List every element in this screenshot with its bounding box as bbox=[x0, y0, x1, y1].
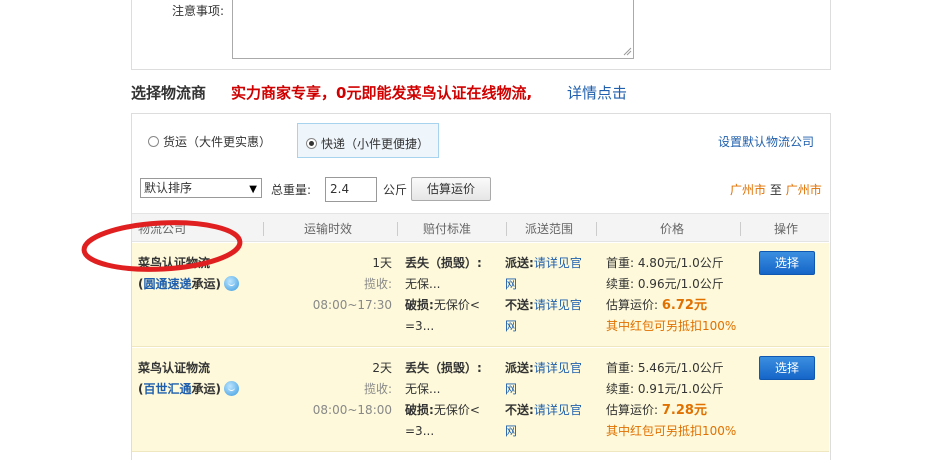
calculate-freight-button[interactable]: 估算运价 bbox=[411, 177, 491, 201]
header-divider bbox=[506, 222, 507, 236]
price-cell: 首重: 4.80元/1.0公斤 续重: 0.96元/1.0公斤 估算运价: 6.… bbox=[606, 253, 746, 337]
damage-value-cont: =3... bbox=[405, 319, 435, 333]
th-price: 价格 bbox=[660, 222, 685, 236]
freight-radio[interactable] bbox=[148, 136, 159, 147]
weight-input[interactable]: 2.4 bbox=[325, 177, 377, 202]
promo-text: 实力商家专享，0元即能发菜鸟认证在线物流, bbox=[231, 84, 533, 102]
pickup-time: 揽收: 08:00~18:00 bbox=[312, 382, 392, 417]
damage-value-cont: =3... bbox=[405, 424, 435, 438]
option-express[interactable]: 快递（小件更便捷） bbox=[306, 135, 429, 152]
header-divider bbox=[397, 222, 398, 236]
header-divider bbox=[596, 222, 597, 236]
damage-value: 无保价< bbox=[433, 298, 480, 312]
estimate-label: 估算运价: bbox=[606, 403, 659, 417]
compensation-cell: 丢失（损毁）: 无保... 破损:无保价< =3... bbox=[405, 253, 495, 337]
sort-select[interactable]: 默认排序 ▼ bbox=[140, 178, 262, 198]
weight-label: 总重量: bbox=[271, 183, 312, 197]
express-radio[interactable] bbox=[306, 138, 317, 149]
estimate-value: 6.72元 bbox=[661, 298, 707, 313]
carrier-link[interactable]: 百世汇通 bbox=[143, 382, 191, 396]
redpacket-note: 其中红包可另抵扣100% bbox=[606, 319, 737, 333]
loss-value: 无保... bbox=[405, 277, 441, 291]
select-carrier-button[interactable]: 选择 bbox=[759, 251, 815, 275]
promo-details-link[interactable]: 详情点击 bbox=[567, 82, 627, 103]
deliver-label: 派送: bbox=[505, 256, 534, 270]
coverage-cell: 派送:请详见官 网 不送:请详见官 网 bbox=[505, 253, 597, 337]
th-transit: 运输时效 bbox=[304, 222, 353, 236]
nodeliver-link[interactable]: 请详见官 bbox=[534, 298, 582, 312]
header-divider bbox=[263, 222, 264, 236]
transit-days: 1天 bbox=[372, 256, 392, 270]
option-freight[interactable]: 货运（大件更实惠） bbox=[148, 133, 271, 150]
section-title: 选择物流商 bbox=[131, 84, 207, 102]
chat-icon[interactable] bbox=[224, 381, 239, 396]
set-default-carrier-link[interactable]: 设置默认物流公司 bbox=[718, 133, 814, 150]
deliver-link-cont[interactable]: 网 bbox=[505, 379, 597, 400]
chat-icon[interactable] bbox=[224, 276, 239, 291]
table-row: 菜鸟认证物流 (百世汇通承运) 2天 揽收: 08:00~18:00 丢失（损毁… bbox=[132, 348, 829, 452]
dropdown-arrow-icon: ▼ bbox=[249, 184, 257, 195]
route-info: 广州市 至 广州市 bbox=[730, 181, 822, 198]
damage-label: 破损: bbox=[405, 403, 434, 417]
route-from: 广州市 bbox=[730, 183, 767, 197]
carrier-link[interactable]: 圆通速递 bbox=[143, 277, 191, 291]
select-carrier-button[interactable]: 选择 bbox=[759, 356, 815, 380]
express-label: 快递（小件更便捷） bbox=[321, 137, 430, 151]
th-action: 操作 bbox=[774, 222, 799, 236]
transit-days: 2天 bbox=[372, 361, 392, 375]
carrier-name: 菜鸟认证物流 bbox=[138, 361, 211, 375]
redpacket-note: 其中红包可另抵扣100% bbox=[606, 424, 737, 438]
first-weight-price: 首重: 5.46元/1.0公斤 bbox=[606, 361, 724, 375]
deliver-label: 派送: bbox=[505, 361, 534, 375]
resize-grip-icon[interactable] bbox=[623, 47, 632, 56]
deliver-link-cont[interactable]: 网 bbox=[505, 274, 597, 295]
deliver-link[interactable]: 请详见官 bbox=[534, 361, 582, 375]
damage-value: 无保价< bbox=[433, 403, 480, 417]
first-weight-price: 首重: 4.80元/1.0公斤 bbox=[606, 256, 724, 270]
carrier-subtitle: (百世汇通承运) bbox=[138, 379, 239, 400]
sort-select-value: 默认排序 bbox=[144, 181, 193, 195]
extra-weight-price: 续重: 0.96元/1.0公斤 bbox=[606, 277, 724, 291]
pickup-time: 揽收: 08:00~17:30 bbox=[312, 277, 392, 312]
transit-cell: 1天 揽收: 08:00~17:30 bbox=[282, 253, 392, 316]
carrier-subtitle: (圆通速递承运) bbox=[138, 274, 239, 295]
carrier-suffix: 承运) bbox=[191, 382, 222, 396]
damage-label: 破损: bbox=[405, 298, 434, 312]
nodeliver-link-cont[interactable]: 网 bbox=[505, 316, 597, 337]
freight-label: 货运（大件更实惠） bbox=[163, 135, 272, 149]
extra-weight-price: 续重: 0.91元/1.0公斤 bbox=[606, 382, 724, 396]
weight-unit: 公斤 bbox=[383, 183, 408, 197]
carrier-cell: 菜鸟认证物流 (百世汇通承运) bbox=[138, 358, 239, 400]
deliver-link[interactable]: 请详见官 bbox=[534, 256, 582, 270]
loss-label: 丢失（损毁）: bbox=[405, 256, 482, 270]
estimate-label: 估算运价: bbox=[606, 298, 659, 312]
th-compensation: 赔付标准 bbox=[423, 222, 472, 236]
notes-textarea[interactable] bbox=[232, 0, 634, 59]
route-to-word: 至 bbox=[769, 183, 782, 197]
nodeliver-link[interactable]: 请详见官 bbox=[534, 403, 582, 417]
th-coverage: 派送范围 bbox=[525, 222, 574, 236]
estimate-value: 7.28元 bbox=[661, 403, 707, 418]
compensation-cell: 丢失（损毁）: 无保... 破损:无保价< =3... bbox=[405, 358, 495, 442]
nodeliver-label: 不送: bbox=[505, 403, 534, 417]
price-cell: 首重: 5.46元/1.0公斤 续重: 0.91元/1.0公斤 估算运价: 7.… bbox=[606, 358, 746, 442]
header-divider bbox=[740, 222, 741, 236]
notes-label: 注意事项: bbox=[172, 4, 225, 18]
loss-label: 丢失（损毁）: bbox=[405, 361, 482, 375]
nodeliver-link-cont[interactable]: 网 bbox=[505, 421, 597, 442]
transit-cell: 2天 揽收: 08:00~18:00 bbox=[282, 358, 392, 421]
nodeliver-label: 不送: bbox=[505, 298, 534, 312]
annotation-circle bbox=[81, 220, 243, 272]
loss-value: 无保... bbox=[405, 382, 441, 396]
route-to: 广州市 bbox=[785, 183, 822, 197]
carrier-suffix: 承运) bbox=[191, 277, 222, 291]
coverage-cell: 派送:请详见官 网 不送:请详见官 网 bbox=[505, 358, 597, 442]
